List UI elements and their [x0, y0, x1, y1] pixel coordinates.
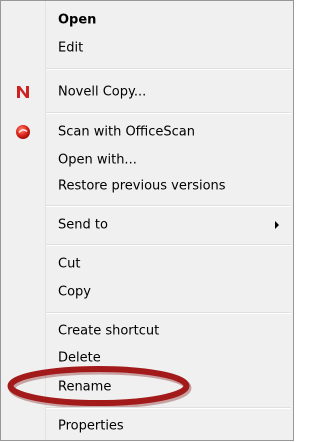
menu-item-label: Delete [58, 350, 101, 366]
menu-item-label: Rename [58, 379, 112, 395]
menu-item-novell-copy[interactable]: Novell Copy... [1, 78, 293, 106]
menu-item-label: Scan with OfficeScan [58, 124, 196, 140]
menu-separator [46, 68, 291, 70]
menu-item-edit[interactable]: Edit [1, 34, 293, 62]
menu-item-open[interactable]: Open [1, 6, 293, 34]
menu-item-label: Send to [58, 217, 108, 233]
menu-item-create-shortcut[interactable]: Create shortcut [1, 317, 293, 345]
menu-separator [46, 312, 291, 314]
menu-item-copy[interactable]: Copy [1, 278, 293, 306]
menu-item-label: Open [58, 12, 97, 28]
menu-item-label: Novell Copy... [58, 84, 147, 100]
menu-separator [46, 205, 291, 207]
menu-item-delete[interactable]: Delete [1, 344, 293, 372]
officescan-icon [14, 123, 32, 141]
menu-item-label: Open with... [58, 152, 137, 168]
menu-item-open-with[interactable]: Open with... [1, 146, 293, 174]
menu-item-label: Create shortcut [58, 323, 160, 339]
novell-n-icon [14, 83, 32, 101]
menu-item-rename[interactable]: Rename [1, 373, 293, 401]
menu-item-scan-officescan[interactable]: Scan with OfficeScan [1, 118, 293, 146]
menu-separator [46, 407, 291, 409]
menu-item-properties[interactable]: Properties [1, 412, 293, 440]
menu-item-label: Copy [58, 284, 91, 300]
submenu-arrow-icon [275, 221, 279, 229]
menu-separator [46, 244, 291, 246]
menu-item-label: Cut [58, 256, 81, 272]
menu-item-label: Restore previous versions [58, 178, 226, 194]
menu-item-label: Properties [58, 418, 124, 434]
menu-separator [46, 112, 291, 114]
menu-item-cut[interactable]: Cut [1, 250, 293, 278]
menu-item-restore-previous-versions[interactable]: Restore previous versions [1, 172, 293, 200]
context-menu: Open Edit Novell Copy... Scan with Offic… [0, 0, 294, 441]
menu-item-send-to[interactable]: Send to [1, 211, 293, 239]
menu-item-label: Edit [58, 40, 84, 56]
